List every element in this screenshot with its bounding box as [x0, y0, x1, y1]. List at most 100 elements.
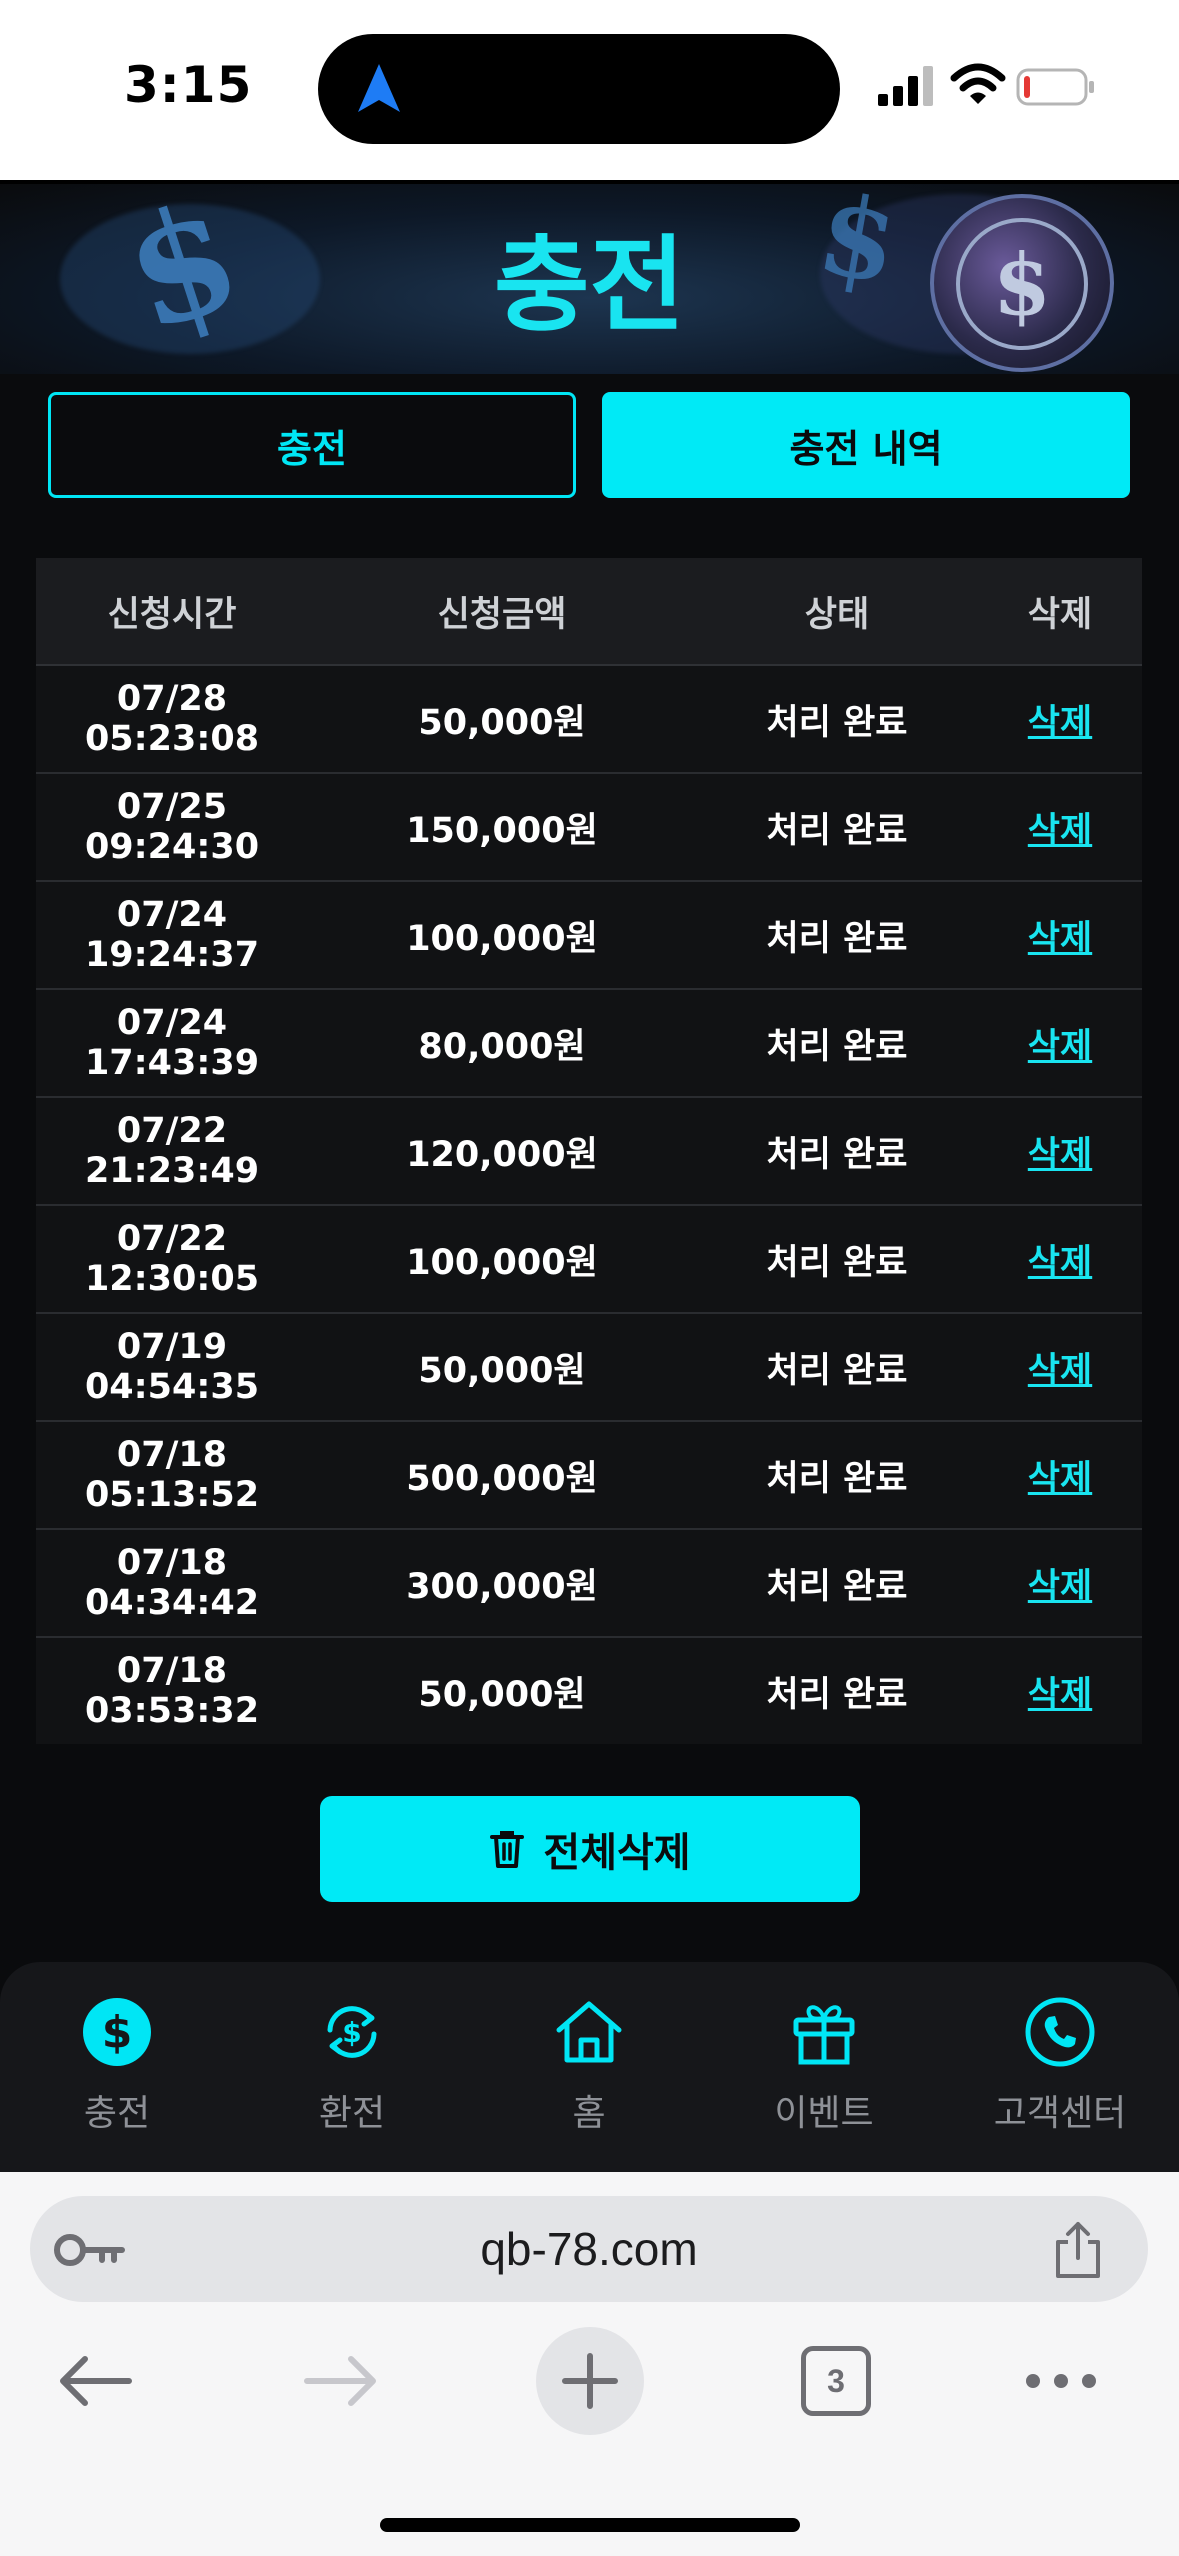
nav-item-home[interactable]: 홈: [489, 1996, 689, 2136]
table-body: 07/28 05:23:08 50,000원 처리 완료 삭제 07/25 09:24:30…: [36, 666, 1142, 1744]
request-amount-cell: 50,000원: [418, 1674, 586, 1715]
request-time-cell: 07/18 04:34:42: [36, 1530, 308, 1636]
tab-charge[interactable]: 충전: [48, 392, 576, 498]
url-text[interactable]: qb-78.com: [30, 2222, 1148, 2276]
status-cell: 처리 완료: [766, 1026, 908, 1067]
request-date: 07/22: [116, 1219, 228, 1259]
nav-label-exchange: 환전: [318, 2093, 386, 2134]
request-amount-cell: 120,000원: [406, 1134, 598, 1175]
request-time-cell: 07/28 05:23:08: [36, 666, 308, 772]
wifi-icon: [950, 63, 1006, 104]
delete-link[interactable]: 삭제: [1028, 1018, 1092, 1069]
request-time-cell: 07/22 21:23:49: [36, 1098, 308, 1204]
delete-cell: 삭제: [978, 1422, 1142, 1528]
home-icon: [556, 2001, 622, 2063]
new-tab-button[interactable]: [535, 2326, 645, 2436]
phone-icon: [1025, 1997, 1095, 2067]
column-header-status: 상태: [804, 594, 870, 635]
request-time-cell: 07/25 09:24:30: [36, 774, 308, 880]
nav-item-event[interactable]: 이벤트: [724, 1996, 924, 2136]
request-date: 07/25: [116, 787, 228, 827]
delete-link[interactable]: 삭제: [1028, 1342, 1092, 1393]
more-icon: [1026, 2374, 1096, 2388]
column-header-request-time: 신청시간: [107, 594, 237, 635]
request-time-cell: 07/24 19:24:37: [36, 882, 308, 988]
table-row: 07/25 09:24:30 150,000원 처리 완료 삭제: [36, 774, 1142, 882]
forward-icon: [304, 2356, 376, 2406]
request-amount-cell: 80,000원: [418, 1026, 586, 1067]
request-clock-time: 04:34:42: [84, 1583, 260, 1623]
status-cell: 처리 완료: [766, 1674, 908, 1715]
tab-charge-history[interactable]: 충전 내역: [602, 392, 1130, 498]
back-button[interactable]: [50, 2326, 140, 2436]
page-banner: $ $ $ 충전: [0, 184, 1179, 374]
nav-label-customer-center: 고객센터: [993, 2093, 1127, 2134]
request-amount-cell: 300,000원: [406, 1566, 598, 1607]
status-cell: 처리 완료: [766, 1458, 908, 1499]
delete-link[interactable]: 삭제: [1028, 1450, 1092, 1501]
request-date: 07/18: [116, 1543, 228, 1583]
home-indicator: [380, 2518, 800, 2532]
delete-link[interactable]: 삭제: [1028, 1666, 1092, 1717]
request-clock-time: 12:30:05: [84, 1259, 260, 1299]
table-row: 07/28 05:23:08 50,000원 처리 완료 삭제: [36, 666, 1142, 774]
column-header-delete: 삭제: [1027, 594, 1093, 635]
request-time-cell: 07/18 05:13:52: [36, 1422, 308, 1528]
delete-link[interactable]: 삭제: [1028, 694, 1092, 745]
status-cell: 처리 완료: [766, 1134, 908, 1175]
request-amount-cell: 100,000원: [406, 918, 598, 959]
share-icon[interactable]: [1050, 2220, 1106, 2280]
table-row: 07/22 21:23:49 120,000원 처리 완료 삭제: [36, 1098, 1142, 1206]
request-time-cell: 07/18 03:53:32: [36, 1638, 308, 1744]
location-arrow-icon: [358, 64, 400, 112]
nav-label-charge: 충전: [83, 2093, 151, 2134]
request-date: 07/18: [116, 1435, 228, 1475]
request-amount-cell: 50,000원: [418, 1350, 586, 1391]
request-amount-cell: 100,000원: [406, 1242, 598, 1283]
request-time-cell: 07/24 17:43:39: [36, 990, 308, 1096]
delete-link[interactable]: 삭제: [1028, 1558, 1092, 1609]
dynamic-island: [318, 34, 840, 144]
tabs-button[interactable]: 3: [796, 2326, 876, 2436]
delete-all-button[interactable]: 전체삭제: [320, 1796, 860, 1902]
more-button[interactable]: [1016, 2326, 1106, 2436]
address-bar[interactable]: qb-78.com: [30, 2196, 1148, 2302]
forward-button[interactable]: [296, 2326, 386, 2436]
request-date: 07/18: [116, 1651, 228, 1691]
delete-link[interactable]: 삭제: [1028, 802, 1092, 853]
delete-cell: 삭제: [978, 1206, 1142, 1312]
request-clock-time: 05:23:08: [84, 719, 260, 759]
request-clock-time: 05:13:52: [84, 1475, 260, 1515]
table-row: 07/24 17:43:39 80,000원 처리 완료 삭제: [36, 990, 1142, 1098]
delete-all-label: 전체삭제: [543, 1830, 691, 1876]
dollar-circle-icon: $: [83, 1998, 151, 2066]
nav-item-exchange[interactable]: $ 환전: [252, 1996, 452, 2136]
table-row: 07/18 03:53:32 50,000원 처리 완료 삭제: [36, 1638, 1142, 1744]
delete-link[interactable]: 삭제: [1028, 1234, 1092, 1285]
exchange-icon: $: [327, 2006, 377, 2058]
tab-count: 3: [827, 2362, 845, 2399]
request-clock-time: 03:53:32: [84, 1691, 260, 1731]
column-header-request-amount: 신청금액: [437, 594, 567, 635]
delete-cell: 삭제: [978, 1098, 1142, 1204]
delete-cell: 삭제: [978, 1530, 1142, 1636]
back-icon: [60, 2356, 132, 2406]
delete-link[interactable]: 삭제: [1028, 910, 1092, 961]
nav-item-customer-center[interactable]: 고객센터: [960, 1996, 1160, 2136]
nav-item-charge[interactable]: $ 충전: [17, 1996, 217, 2136]
table-row: 07/22 12:30:05 100,000원 처리 완료 삭제: [36, 1206, 1142, 1314]
delete-link[interactable]: 삭제: [1028, 1126, 1092, 1177]
request-date: 07/28: [116, 679, 228, 719]
request-date: 07/22: [116, 1111, 228, 1151]
nav-label-event: 이벤트: [774, 2093, 874, 2134]
battery-low-icon: [1016, 68, 1094, 106]
svg-text:$: $: [342, 2016, 361, 2049]
request-clock-time: 04:54:35: [84, 1367, 260, 1407]
bottom-nav: $ 충전 $ 환전 홈 이벤트 고객센터: [0, 1962, 1179, 2172]
signal-icon: [878, 66, 933, 106]
page-title: 충전: [493, 224, 686, 346]
nav-label-home: 홈: [572, 2093, 606, 2134]
status-bar: 3:15: [0, 0, 1179, 180]
charge-history-table: 신청시간 신청금액 상태 삭제 07/28 05:23:08 50,000원 처리 완…: [36, 558, 1142, 1744]
delete-cell: 삭제: [978, 666, 1142, 772]
